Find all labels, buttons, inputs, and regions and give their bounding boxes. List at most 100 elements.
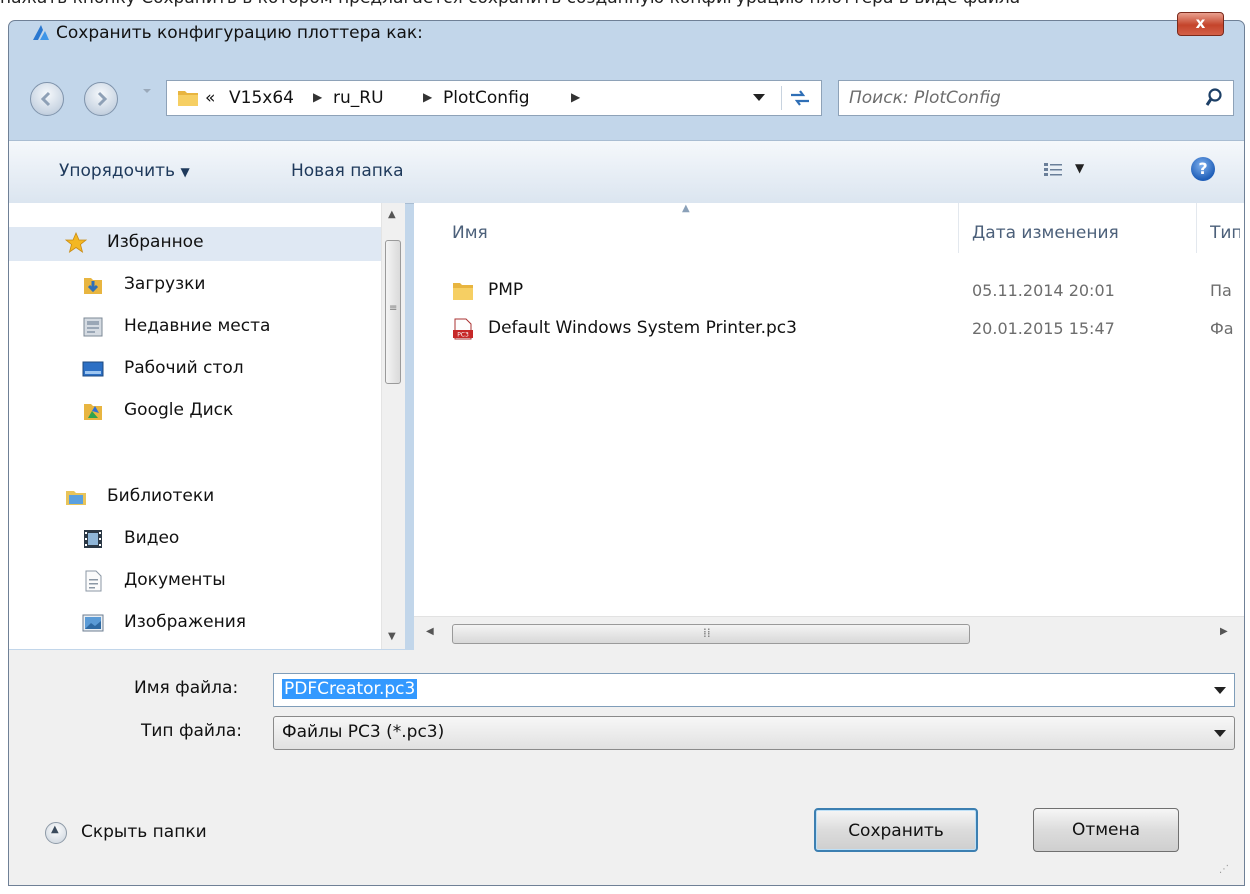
- help-button[interactable]: ?: [1191, 157, 1215, 181]
- chevron-down-icon: ▼: [1075, 161, 1085, 175]
- video-icon: [84, 530, 102, 548]
- recent-pages-chevron-icon[interactable]: [142, 86, 152, 96]
- column-divider[interactable]: [958, 203, 959, 253]
- file-type: Па: [1210, 281, 1232, 300]
- libraries-icon: [66, 491, 86, 505]
- address-dropdown-icon[interactable]: [753, 94, 765, 101]
- file-list-pane: ▲ Имя Дата изменения Тип PMP 05.11.2014 …: [414, 203, 1244, 649]
- column-header-name[interactable]: Имя: [452, 223, 488, 243]
- downloads-icon: [84, 278, 102, 294]
- grip-icon: ≡: [389, 303, 398, 314]
- column-header-type[interactable]: Тип: [1210, 223, 1240, 243]
- save-button[interactable]: Сохранить: [814, 808, 978, 852]
- cancel-button[interactable]: Отмена: [1033, 808, 1179, 852]
- forward-button[interactable]: [84, 82, 118, 116]
- filetype-dropdown-icon[interactable]: [1214, 730, 1226, 737]
- svg-text:PC3: PC3: [457, 332, 469, 339]
- back-button[interactable]: [30, 82, 64, 116]
- folder-icon: [453, 283, 473, 300]
- scroll-right-icon[interactable]: ▶: [1220, 626, 1228, 637]
- list-item[interactable]: PC3 Default Windows System Printer.pc3 2…: [414, 315, 1244, 347]
- sidebar-item-downloads[interactable]: Загрузки: [9, 269, 399, 303]
- back-arrow-icon: [40, 91, 51, 107]
- search-input[interactable]: Поиск: PlotConfig: [838, 80, 1234, 116]
- sidebar-libraries[interactable]: Библиотеки: [9, 481, 399, 515]
- filetype-value: Файлы PC3 (*.pc3): [282, 722, 445, 742]
- search-placeholder: Поиск: PlotConfig: [849, 88, 1001, 108]
- breadcrumb-segment[interactable]: V15x64: [229, 88, 294, 108]
- sidebar-item-label: Недавние места: [124, 316, 271, 336]
- list-item[interactable]: PMP 05.11.2014 20:01 Па: [414, 277, 1244, 309]
- sidebar-item-label: Загрузки: [124, 274, 206, 294]
- background-caption: нажать кнопку Сохранить в котором предла…: [0, 0, 1250, 8]
- address-bar[interactable]: « V15x64 ▶ ru_RU ▶ PlotConfig ▶: [166, 80, 822, 116]
- breadcrumb-separator-icon[interactable]: ▶: [571, 90, 580, 104]
- file-name: PMP: [488, 280, 524, 300]
- scroll-up-icon[interactable]: ▲: [388, 209, 396, 220]
- navigation-scrollbar[interactable]: ▲ ≡ ▼: [381, 203, 405, 649]
- filetype-label: Тип файла:: [141, 721, 242, 741]
- breadcrumb-segment[interactable]: PlotConfig: [443, 88, 530, 108]
- file-modified: 05.11.2014 20:01: [972, 281, 1115, 300]
- chevron-down-icon: ▼: [180, 165, 190, 179]
- sidebar-item-label: Библиотеки: [107, 486, 215, 506]
- hide-folders-label: Скрыть папки: [81, 822, 207, 842]
- sidebar-item-label: Видео: [124, 528, 180, 548]
- sidebar-item-video[interactable]: Видео: [9, 523, 399, 557]
- recent-places-icon: [83, 317, 103, 337]
- sidebar-item-label: Рабочий стол: [124, 358, 244, 378]
- forward-arrow-icon: [97, 91, 108, 107]
- view-options-button[interactable]: ▼: [1043, 161, 1095, 181]
- search-icon[interactable]: [1205, 88, 1223, 108]
- collapse-icon: ▲: [45, 822, 67, 844]
- sidebar-item-label: Избранное: [107, 232, 204, 252]
- refresh-button[interactable]: [781, 86, 816, 110]
- organize-label: Упорядочить: [59, 161, 176, 181]
- file-name: Default Windows System Printer.pc3: [488, 318, 797, 338]
- breadcrumb-overflow[interactable]: «: [205, 88, 215, 108]
- window-title: Сохранить конфигурацию плоттера как:: [56, 23, 423, 43]
- save-form-area: Имя файла: PDFCreator.pc3 Тип файла: Фай…: [9, 650, 1244, 885]
- resize-grip-icon[interactable]: ⋰: [1219, 864, 1229, 875]
- sidebar-item-images[interactable]: Изображения: [9, 607, 399, 641]
- navigation-pane: Избранное Загрузки Недавние места Рабочи…: [9, 203, 404, 649]
- breadcrumb-separator-icon[interactable]: ▶: [423, 90, 432, 104]
- breadcrumb-separator-icon[interactable]: ▶: [313, 90, 322, 104]
- file-list-hscrollbar[interactable]: ◀ ⁞⁞ ▶: [414, 616, 1244, 650]
- sort-ascending-icon: ▲: [682, 203, 690, 214]
- close-button[interactable]: x: [1177, 12, 1224, 36]
- scroll-left-icon[interactable]: ◀: [426, 626, 434, 637]
- filetype-select[interactable]: Файлы PC3 (*.pc3): [273, 716, 1235, 750]
- pc3-file-icon: PC3: [453, 318, 473, 340]
- command-bar: Упорядочить ▼ Новая папка ▼ ?: [9, 140, 1244, 204]
- sidebar-item-google-drive[interactable]: Google Диск: [9, 395, 399, 429]
- column-divider[interactable]: [1196, 203, 1197, 253]
- filename-dropdown-icon[interactable]: [1214, 687, 1226, 694]
- filename-field[interactable]: PDFCreator.pc3: [273, 673, 1235, 707]
- sidebar-item-label: Документы: [124, 570, 226, 590]
- column-header-modified[interactable]: Дата изменения: [972, 223, 1119, 243]
- sidebar-favorites[interactable]: Избранное: [9, 227, 399, 261]
- grip-icon: ⁞⁞: [703, 626, 711, 640]
- scroll-thumb[interactable]: ⁞⁞: [452, 624, 970, 644]
- filename-label: Имя файла:: [134, 678, 239, 698]
- new-folder-button[interactable]: Новая папка: [291, 161, 404, 181]
- organize-button[interactable]: Упорядочить ▼: [59, 161, 190, 181]
- desktop-icon: [82, 361, 104, 377]
- breadcrumb-segment[interactable]: ru_RU: [333, 88, 384, 108]
- google-drive-icon: [84, 404, 102, 420]
- sidebar-item-label: Изображения: [124, 612, 247, 632]
- refresh-icon: [791, 90, 809, 106]
- view-list-icon: [1044, 163, 1062, 176]
- star-icon: [65, 232, 87, 253]
- scroll-down-icon[interactable]: ▼: [388, 631, 396, 642]
- filename-value: PDFCreator.pc3: [282, 679, 418, 699]
- sidebar-item-recent-places[interactable]: Недавние места: [9, 311, 399, 345]
- file-modified: 20.01.2015 15:47: [972, 319, 1115, 338]
- sidebar-item-label: Google Диск: [124, 400, 234, 420]
- sidebar-item-documents[interactable]: Документы: [9, 565, 399, 599]
- app-icon: [33, 25, 49, 40]
- folder-icon: [178, 91, 198, 106]
- scroll-thumb[interactable]: ≡: [385, 240, 401, 384]
- sidebar-item-desktop[interactable]: Рабочий стол: [9, 353, 399, 387]
